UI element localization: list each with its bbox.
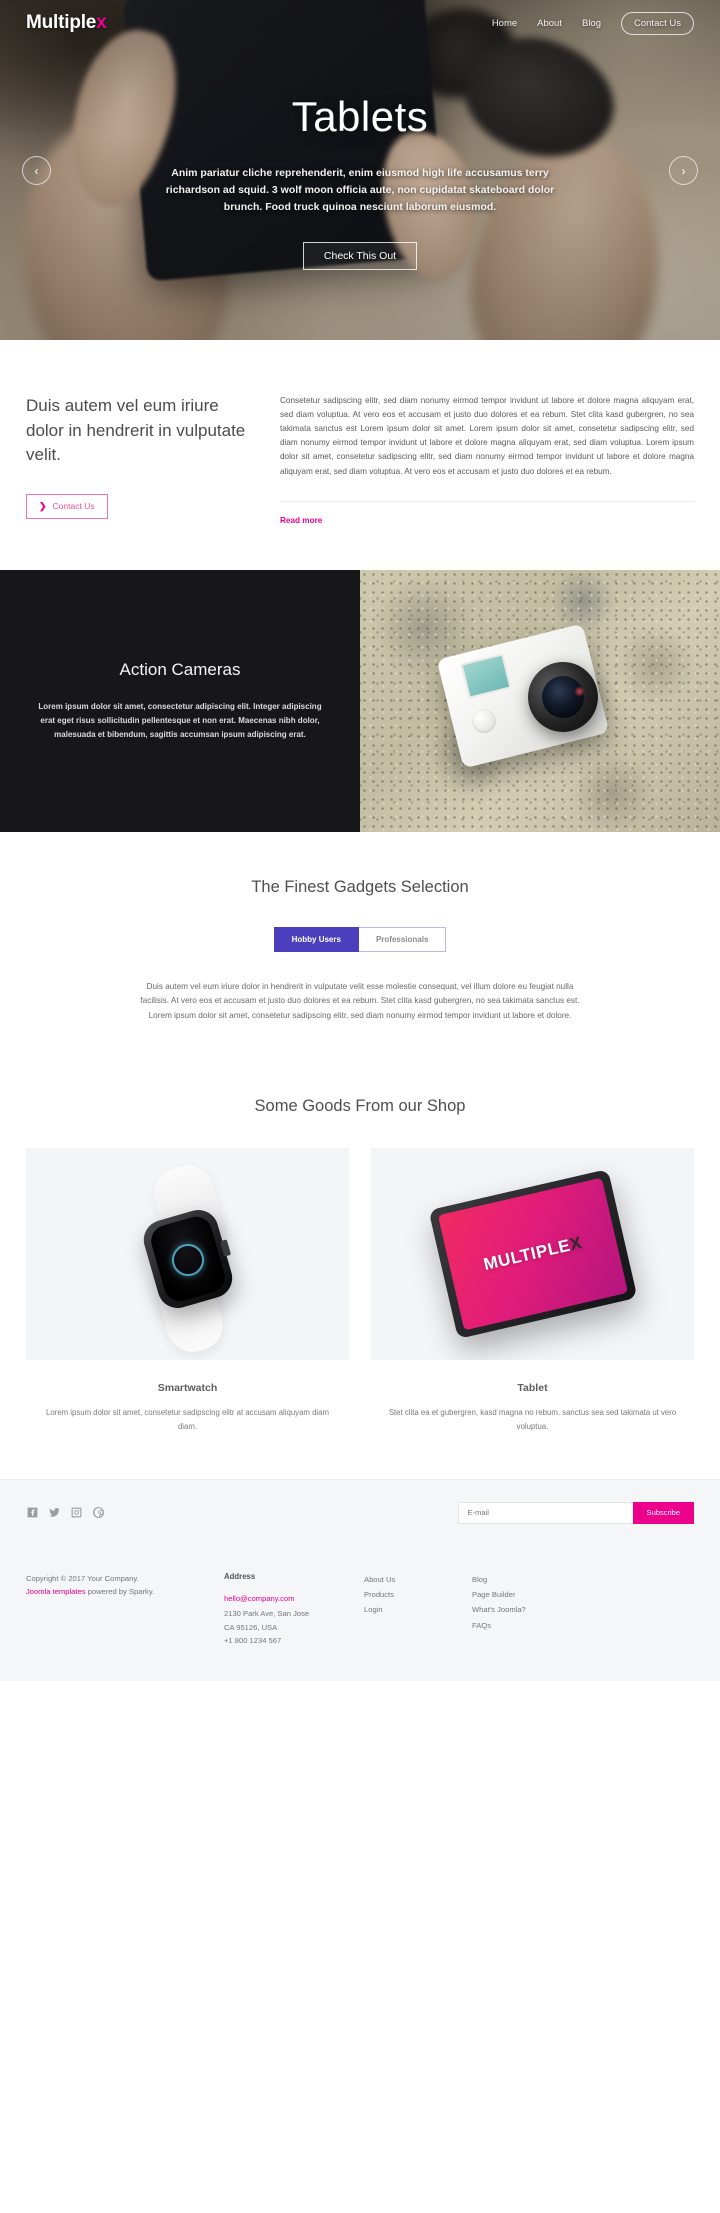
gadgets-tab-group: Hobby Users Professionals: [273, 926, 447, 952]
footer-credit-link[interactable]: Joomla templates: [26, 1587, 86, 1596]
gadgets-tab-content: Duis autem vel eum iriure dolor in hendr…: [140, 981, 580, 1020]
shop-title: Some Goods From our Shop: [254, 1097, 466, 1116]
footer-address-line-2: CA 95126, USA: [224, 1622, 278, 1632]
pinterest-icon[interactable]: [92, 1506, 105, 1519]
hero-title: Tablets: [291, 92, 429, 140]
footer-email-link[interactable]: hello@company.com: [224, 1592, 344, 1605]
social-links: [26, 1506, 105, 1519]
footer-copyright-line: Copyright © 2017 Your Company.: [26, 1573, 139, 1583]
brand-logo[interactable]: Multiplex: [26, 12, 107, 34]
product-card-tablet[interactable]: MULTIPLEX Tablet Stet clita ea et guberg…: [371, 1148, 694, 1433]
tab-hobby-users[interactable]: Hobby Users: [273, 926, 359, 952]
gadgets-section: The Finest Gadgets Selection Hobby Users…: [0, 831, 720, 1068]
subscribe-button[interactable]: Subscribe: [632, 1501, 694, 1524]
facebook-icon[interactable]: [26, 1506, 39, 1519]
footer-address-line-1: 2130 Park Ave, San Jose: [224, 1609, 310, 1619]
footer-link-whats-joomla[interactable]: What's Joomla?: [472, 1602, 560, 1617]
brand-name-main: Multiple: [26, 12, 97, 33]
feature-text-panel: Action Cameras Lorem ipsum dolor sit ame…: [0, 569, 360, 832]
carousel-prev-button[interactable]: ‹: [22, 156, 51, 185]
footer-links-column-2: Blog Page Builder What's Joomla? FAQs: [472, 1572, 560, 1647]
intro-heading: Duis autem vel eum iriure dolor in hendr…: [26, 396, 246, 465]
feature-title: Action Cameras: [119, 660, 241, 680]
footer-link-about-us[interactable]: About Us: [364, 1572, 452, 1587]
footer-link-login[interactable]: Login: [364, 1602, 452, 1617]
gadgets-title: The Finest Gadgets Selection: [251, 877, 469, 896]
intro-body-text: Consetetur sadipscing elitr, sed diam no…: [280, 394, 694, 502]
footer-link-blog[interactable]: Blog: [472, 1572, 560, 1587]
carousel-next-button[interactable]: ›: [669, 156, 698, 185]
site-header: Multiplex Home About Blog Contact Us: [0, 0, 720, 46]
instagram-icon[interactable]: [70, 1506, 83, 1519]
brand-name-accent: x: [96, 12, 107, 33]
newsletter-form: Subscribe: [457, 1501, 694, 1524]
product-title-tablet: Tablet: [517, 1382, 548, 1395]
nav-item-blog[interactable]: Blog: [582, 18, 601, 29]
intro-section: Duis autem vel eum iriure dolor in hendr…: [0, 340, 720, 570]
chevron-left-icon: ‹: [34, 163, 39, 178]
read-more-link[interactable]: Read more: [280, 516, 322, 525]
feature-description: Lorem ipsum dolor sit amet, consectetur …: [38, 702, 322, 739]
footer-link-faqs[interactable]: FAQs: [472, 1618, 560, 1633]
twitter-icon[interactable]: [48, 1506, 61, 1519]
footer-address-column: Address hello@company.com 2130 Park Ave,…: [224, 1572, 344, 1647]
nav-item-about[interactable]: About: [537, 18, 562, 29]
footer-credit-rest: powered by Sparky.: [85, 1587, 155, 1597]
feature-image-action-camera: [360, 569, 720, 832]
shop-section: Some Goods From our Shop Smartwatch Lore…: [0, 1067, 720, 1479]
intro-contact-us-button[interactable]: ❯ Contact Us: [26, 493, 108, 519]
hero-description: Anim pariatur cliche reprehenderit, enim…: [165, 166, 555, 213]
product-description-tablet: Stet clita ea et gubergren, kasd magna n…: [388, 1408, 677, 1431]
footer-links-column-1: About Us Products Login: [364, 1572, 452, 1647]
main-navigation: Home About Blog Contact Us: [492, 11, 694, 35]
footer-copyright-column: Copyright © 2017 Your Company. Joomla te…: [26, 1572, 204, 1647]
footer-link-products[interactable]: Products: [364, 1587, 452, 1602]
footer-phone: +1 800 1234 567: [224, 1635, 282, 1645]
product-title-smartwatch: Smartwatch: [157, 1382, 218, 1395]
product-card-smartwatch[interactable]: Smartwatch Lorem ipsum dolor sit amet, c…: [26, 1148, 349, 1433]
footer-link-page-builder[interactable]: Page Builder: [472, 1587, 560, 1602]
newsletter-bar: Subscribe: [0, 1478, 720, 1546]
chevron-right-icon: ❯: [39, 500, 47, 511]
product-description-smartwatch: Lorem ipsum dolor sit amet, consetetur s…: [46, 1408, 329, 1431]
email-input[interactable]: [457, 1501, 633, 1524]
site-footer: Copyright © 2017 Your Company. Joomla te…: [0, 1545, 720, 1682]
feature-section: Action Cameras Lorem ipsum dolor sit ame…: [0, 569, 720, 832]
hero-section: Multiplex Home About Blog Contact Us ‹ ›…: [0, 0, 720, 340]
product-image-tablet: MULTIPLEX: [371, 1148, 694, 1361]
nav-item-home[interactable]: Home: [492, 18, 517, 29]
footer-address-heading: Address: [224, 1571, 256, 1581]
chevron-right-icon: ›: [681, 163, 686, 178]
tablet-logo-main: MULTIPLE: [481, 1236, 572, 1275]
intro-contact-us-label: Contact Us: [52, 501, 95, 512]
nav-contact-us-button[interactable]: Contact Us: [621, 11, 694, 35]
product-image-smartwatch: [26, 1148, 349, 1361]
tab-professionals[interactable]: Professionals: [358, 926, 447, 952]
hero-cta-button[interactable]: Check This Out: [302, 241, 418, 270]
